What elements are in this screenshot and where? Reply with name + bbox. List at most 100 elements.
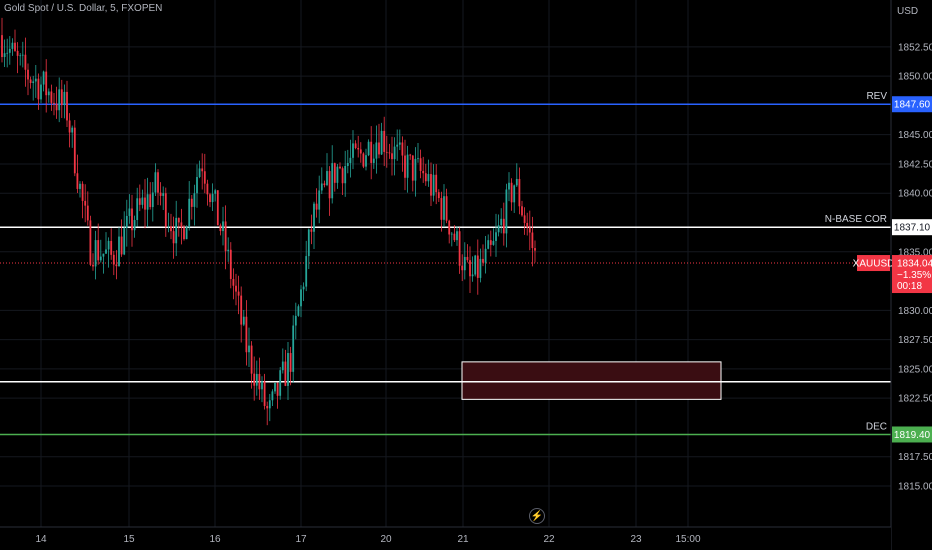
candle-body	[375, 142, 378, 159]
candle-body	[526, 222, 529, 228]
candle-body	[53, 102, 55, 104]
candle-body	[497, 225, 500, 233]
candle-body	[427, 174, 430, 182]
candle-body	[149, 194, 152, 208]
candle-body	[500, 218, 503, 226]
candle-body	[292, 325, 295, 372]
candle-body	[170, 226, 172, 232]
price-tick-label: 1825.00	[898, 364, 932, 375]
nbase-price-value: 1837.10	[894, 223, 931, 234]
candle-body	[6, 52, 9, 54]
candle-body	[344, 166, 347, 184]
level-name: N-BASE COR	[825, 214, 887, 225]
candle-body	[287, 353, 289, 386]
candle-body	[81, 183, 84, 201]
price-tick-label: 1830.00	[898, 306, 932, 317]
chart-grid	[0, 0, 891, 527]
candle-body	[528, 227, 531, 233]
demand-zone[interactable]	[461, 361, 722, 400]
candle-body	[484, 248, 487, 263]
candle-body	[271, 391, 274, 401]
candle-body	[201, 168, 204, 172]
candle-body	[523, 215, 526, 223]
candle-body	[487, 240, 490, 249]
candle-body	[323, 183, 326, 186]
candle-body	[27, 69, 29, 80]
candle-body	[60, 89, 63, 106]
symbol-title[interactable]: Gold Spot / U.S. Dollar, 5, FXOPEN	[4, 3, 162, 14]
candle-body	[320, 183, 323, 191]
candle-body	[157, 172, 159, 193]
candle-body	[266, 405, 269, 409]
candle-body	[14, 42, 16, 51]
candle-body	[188, 198, 191, 227]
candle-body	[502, 218, 505, 234]
candle-body	[66, 91, 68, 121]
candle-body	[105, 249, 107, 254]
candle-body	[94, 240, 97, 267]
candle-body	[463, 256, 466, 271]
price-zone-rectangle	[461, 361, 722, 400]
candle-body	[274, 382, 276, 392]
candle-body	[388, 152, 391, 154]
candle-body	[102, 253, 105, 257]
candle-body	[3, 53, 6, 58]
candle-body	[107, 240, 110, 250]
candle-countdown: 00:18	[897, 281, 922, 292]
price-tick-label: 1817.50	[898, 452, 932, 463]
candle-body	[466, 256, 469, 261]
candle-body	[297, 306, 300, 316]
candle-body	[409, 154, 412, 156]
candle-body	[245, 316, 248, 353]
dec-price-value: 1819.40	[894, 430, 931, 441]
candle-body	[196, 177, 198, 194]
candle-body	[476, 255, 479, 278]
candle-body	[276, 382, 279, 396]
candle-body	[248, 345, 250, 353]
price-tick-label: 1822.50	[898, 394, 932, 405]
candle-body	[97, 240, 100, 261]
candle-body	[37, 78, 40, 100]
candle-body	[406, 154, 409, 178]
candle-body	[21, 54, 24, 56]
candle-body	[55, 103, 58, 111]
candle-body	[458, 231, 461, 266]
candle-body	[448, 220, 451, 235]
candle-body	[136, 198, 139, 221]
candle-body	[349, 157, 352, 164]
candle-body	[469, 260, 471, 277]
candle-body	[401, 142, 404, 156]
candle-body	[125, 215, 128, 229]
candle-body	[110, 240, 113, 255]
time-tick-label: 16	[209, 534, 221, 545]
candle-body	[508, 182, 510, 190]
candle-body	[456, 231, 458, 241]
candle-body	[435, 174, 438, 193]
candle-body	[99, 256, 102, 261]
price-tick-label: 1845.00	[898, 130, 932, 141]
candle-body	[11, 42, 14, 49]
time-tick-label: 22	[543, 534, 555, 545]
candle-body	[73, 127, 76, 174]
candle-body	[159, 192, 162, 196]
candle-body	[89, 220, 92, 265]
candle-body	[336, 166, 339, 183]
candle-body	[235, 285, 237, 292]
candle-body	[1, 35, 3, 58]
candle-body	[141, 197, 144, 205]
candle-body	[333, 163, 336, 183]
candle-body	[313, 203, 315, 232]
time-tick-label: 21	[457, 534, 469, 545]
price-chart[interactable]: REV N-BASE COR DEC 1852.50 1850.00 1845.00 18…	[0, 0, 932, 550]
candle-body	[300, 289, 302, 307]
candle-body	[185, 226, 188, 240]
candle-body	[237, 291, 240, 296]
candle-body	[175, 217, 178, 244]
candle-body	[138, 198, 141, 205]
lightning-icon[interactable]: ⚡	[529, 508, 545, 524]
candle-body	[437, 192, 440, 199]
candle-body	[209, 194, 211, 203]
candle-body	[354, 143, 357, 149]
candle-body	[443, 196, 445, 220]
candle-body	[432, 174, 435, 196]
